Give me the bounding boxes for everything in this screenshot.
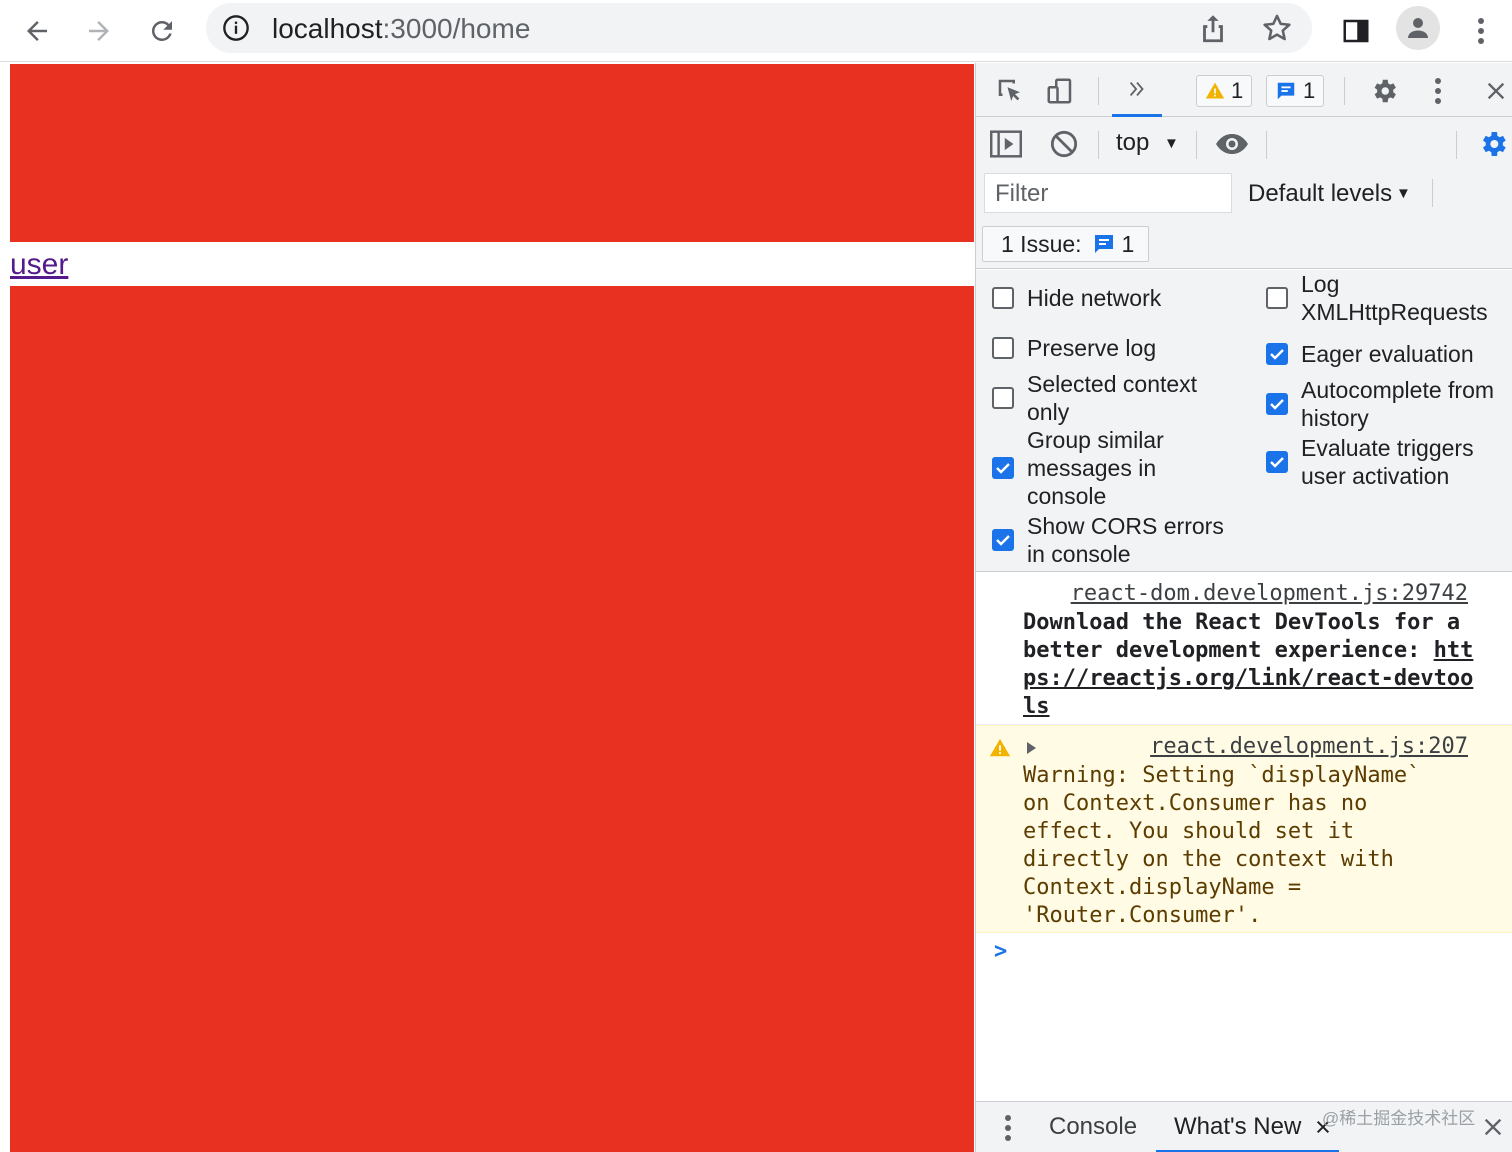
hide-network-checkbox[interactable] (992, 287, 1014, 309)
group-similar-checkbox[interactable] (992, 457, 1014, 479)
evaluate-triggers-option[interactable]: Evaluate triggers user activation (1266, 434, 1506, 490)
separator (1098, 131, 1099, 159)
browser-toolbar: localhost:3000/home (0, 0, 1512, 62)
red-block-bottom (10, 286, 974, 1152)
page-content: user (10, 64, 974, 1152)
context-caret-icon[interactable]: ▼ (1164, 135, 1179, 152)
user-link[interactable]: user (10, 248, 68, 282)
evaluate-triggers-checkbox[interactable] (1266, 451, 1288, 473)
filter-input[interactable]: Filter (984, 173, 1232, 213)
message-icon (1277, 82, 1295, 100)
url-host: localhost (272, 13, 383, 44)
warning-count: 1 (1231, 78, 1244, 103)
sidebar-toggle-icon[interactable] (988, 126, 1024, 162)
warnings-badge[interactable]: 1 (1196, 75, 1253, 107)
show-cors-label: Show CORS errors in console (1027, 513, 1224, 567)
drawer-tab-whats-new[interactable]: What's New (1174, 1113, 1301, 1141)
issues-count: 1 (1121, 230, 1135, 257)
selected-context-checkbox[interactable] (992, 387, 1014, 409)
message-text: Download the React DevTools for a better… (1023, 609, 1483, 721)
separator (1098, 77, 1099, 105)
clear-console-icon[interactable] (1046, 126, 1082, 162)
console-output: react-dom.development.js:29742 Download … (976, 573, 1512, 1101)
close-drawer-icon[interactable] (1480, 1114, 1506, 1140)
group-similar-option[interactable]: Group similar messages in console (992, 426, 1242, 510)
log-levels-caret-icon[interactable]: ▼ (1396, 185, 1411, 202)
devtools-main-toolbar: 1 1 (976, 63, 1512, 117)
devtools-menu-icon[interactable] (1424, 73, 1452, 109)
log-levels-dropdown[interactable]: Default levels (1248, 180, 1392, 208)
evaluate-triggers-label: Evaluate triggers user activation (1301, 435, 1474, 489)
bookmark-star-icon[interactable] (1260, 11, 1294, 45)
log-xhr-checkbox[interactable] (1266, 287, 1288, 309)
preserve-log-checkbox[interactable] (992, 337, 1014, 359)
url-text[interactable]: localhost:3000/home (272, 14, 530, 44)
back-icon[interactable] (15, 9, 59, 53)
hide-network-label: Hide network (1027, 285, 1162, 311)
warning-icon (988, 736, 1012, 760)
selected-context-label: Selected context only (1027, 371, 1198, 425)
console-settings-icon[interactable] (1474, 125, 1512, 163)
drawer-menu-icon[interactable] (1000, 1112, 1016, 1144)
warning-text: Warning: Setting `displayName` on Contex… (1023, 763, 1421, 928)
devtools-drawer: Console What's New @稀土掘金技术社区 (976, 1101, 1512, 1152)
log-xhr-option[interactable]: Log XMLHttpRequests (1266, 270, 1506, 326)
eager-evaluation-option[interactable]: Eager evaluation (1266, 340, 1506, 368)
issue-message-icon (1094, 235, 1113, 253)
url-path: :3000/home (382, 13, 531, 44)
expand-triangle-icon[interactable] (1022, 738, 1040, 758)
preserve-log-option[interactable]: Preserve log (992, 334, 1242, 362)
forward-icon[interactable] (77, 9, 121, 53)
live-expression-eye-icon[interactable] (1212, 126, 1252, 162)
devtools-settings-icon[interactable] (1366, 73, 1402, 109)
preserve-log-label: Preserve log (1027, 335, 1157, 361)
hide-network-option[interactable]: Hide network (992, 284, 1242, 312)
issues-label: 1 Issue: (1001, 230, 1082, 257)
drawer-tab-console[interactable]: Console (1049, 1113, 1137, 1141)
inspect-element-icon[interactable] (992, 73, 1028, 109)
autocomplete-label: Autocomplete from history (1301, 377, 1495, 431)
show-cors-option[interactable]: Show CORS errors in console (992, 512, 1242, 568)
close-devtools-icon[interactable] (1480, 73, 1512, 109)
reload-icon[interactable] (140, 9, 184, 53)
site-info-icon[interactable] (222, 14, 250, 42)
context-selector[interactable]: top (1116, 129, 1149, 157)
console-settings-pane: Hide network Log XMLHttpRequests Preserv… (976, 270, 1512, 572)
selected-context-option[interactable]: Selected context only (992, 370, 1242, 426)
message-count: 1 (1303, 78, 1316, 103)
separator (1456, 131, 1457, 159)
console-message-info: react-dom.development.js:29742 Download … (976, 573, 1512, 725)
group-similar-label: Group similar messages in console (1027, 427, 1164, 509)
autocomplete-option[interactable]: Autocomplete from history (1266, 376, 1506, 432)
share-icon[interactable] (1196, 11, 1230, 45)
message-body: Download the React DevTools for a better… (1023, 610, 1461, 663)
separator (1266, 131, 1267, 159)
issues-button[interactable]: 1 Issue: 1 (982, 226, 1150, 262)
address-bar[interactable]: localhost:3000/home (206, 3, 1312, 53)
separator (1432, 179, 1433, 207)
side-panel-icon[interactable] (1334, 9, 1378, 53)
browser-menu-icon[interactable] (1459, 9, 1503, 53)
device-toolbar-icon[interactable] (1042, 73, 1078, 109)
warning-icon (1205, 82, 1225, 99)
console-prompt[interactable]: > (994, 939, 1007, 964)
separator (1344, 77, 1345, 105)
separator (1196, 131, 1197, 159)
eager-evaluation-checkbox[interactable] (1266, 343, 1288, 365)
console-message-warning: react.development.js:207 Warning: Settin… (976, 725, 1512, 933)
eager-evaluation-label: Eager evaluation (1301, 341, 1474, 367)
more-tabs-icon[interactable] (1112, 63, 1162, 117)
autocomplete-checkbox[interactable] (1266, 393, 1288, 415)
devtools-panel: 1 1 top ▼ Filter Default levels ▼ 1 Issu… (975, 63, 1512, 1152)
source-link[interactable]: react.development.js:207 (1150, 734, 1468, 759)
red-block-top (10, 64, 974, 242)
messages-badge[interactable]: 1 (1266, 75, 1325, 107)
watermark-text: @稀土掘金技术社区 (1322, 1109, 1476, 1128)
show-cors-checkbox[interactable] (992, 529, 1014, 551)
source-link[interactable]: react-dom.development.js:29742 (1071, 581, 1468, 606)
log-xhr-label: Log XMLHttpRequests (1301, 271, 1488, 325)
profile-avatar[interactable] (1396, 6, 1440, 50)
